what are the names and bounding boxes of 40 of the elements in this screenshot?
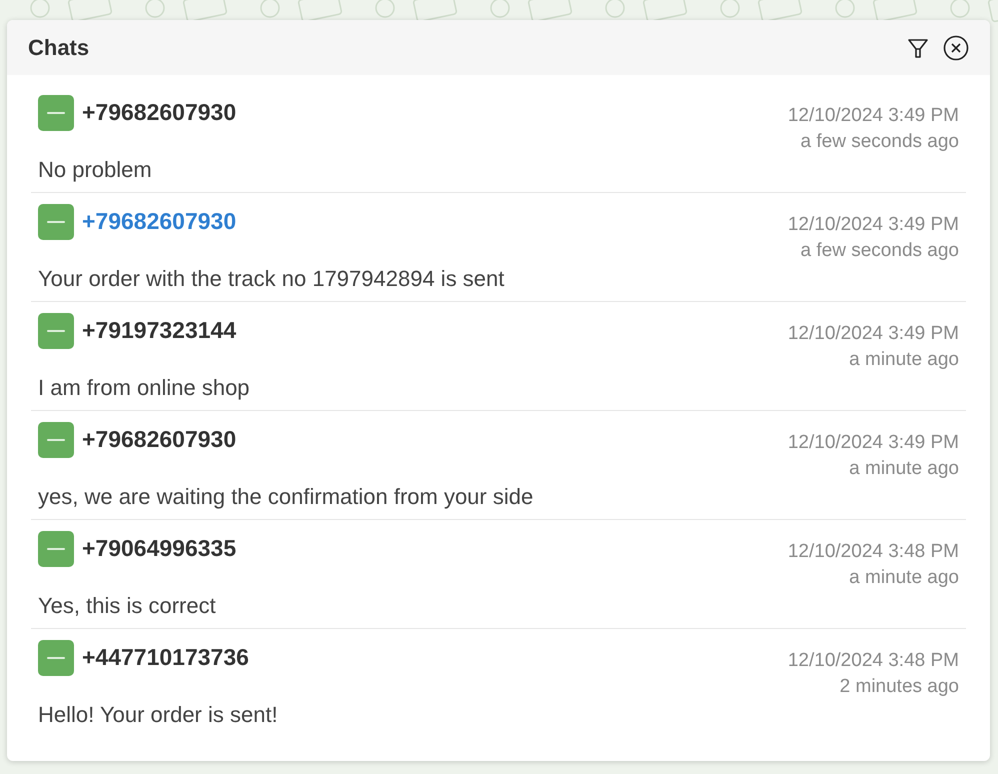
avatar-icon bbox=[38, 204, 74, 240]
contact-phone[interactable]: +79197323144 bbox=[82, 317, 788, 344]
chat-item[interactable]: +79197323144 12/10/2024 3:49 PM a minute ago I am from online shop bbox=[31, 302, 966, 411]
contact-phone[interactable]: +79682607930 bbox=[82, 208, 788, 235]
chat-item[interactable]: +79682607930 12/10/2024 3:49 PM a minute ago yes, we are waiting the confirmation from your side bbox=[31, 411, 966, 520]
chat-item[interactable]: +79682607930 12/10/2024 3:49 PM a few seconds ago Your order with the track no 1797942894 is sent bbox=[31, 193, 966, 302]
chat-item[interactable]: +79064996335 12/10/2024 3:48 PM a minute ago Yes, this is correct bbox=[31, 520, 966, 629]
message-preview: Hello! Your order is sent! bbox=[38, 702, 279, 728]
relative-time: a few seconds ago bbox=[800, 130, 959, 154]
relative-time: 2 minutes ago bbox=[840, 675, 959, 699]
chat-item[interactable]: +447710173736 12/10/2024 3:48 PM 2 minutes ago Hello! Your order is sent! bbox=[31, 629, 966, 738]
relative-time: a minute ago bbox=[849, 457, 959, 481]
avatar-icon bbox=[38, 531, 74, 567]
contact-phone[interactable]: +447710173736 bbox=[82, 644, 788, 671]
contact-phone[interactable]: +79682607930 bbox=[82, 99, 788, 126]
avatar-icon bbox=[38, 313, 74, 349]
avatar-icon bbox=[38, 422, 74, 458]
avatar-icon bbox=[38, 95, 74, 131]
message-preview: I am from online shop bbox=[38, 375, 251, 401]
relative-time: a few seconds ago bbox=[800, 239, 959, 263]
message-preview: Your order with the track no 1797942894 is sent bbox=[38, 266, 506, 292]
message-date: 12/10/2024 3:49 PM bbox=[788, 213, 959, 237]
close-button[interactable] bbox=[943, 34, 969, 60]
message-date: 12/10/2024 3:49 PM bbox=[788, 322, 959, 346]
message-preview: Yes, this is correct bbox=[38, 593, 217, 619]
filter-icon bbox=[907, 36, 929, 58]
avatar-icon bbox=[38, 640, 74, 676]
contact-phone[interactable]: +79682607930 bbox=[82, 426, 788, 453]
message-preview: yes, we are waiting the confirmation from your side bbox=[38, 484, 534, 510]
message-preview: No problem bbox=[38, 157, 153, 183]
relative-time: a minute ago bbox=[849, 566, 959, 590]
chat-item[interactable]: +79682607930 12/10/2024 3:49 PM a few seconds ago No problem bbox=[31, 84, 966, 193]
message-date: 12/10/2024 3:48 PM bbox=[788, 540, 959, 564]
message-date: 12/10/2024 3:48 PM bbox=[788, 649, 959, 673]
message-date: 12/10/2024 3:49 PM bbox=[788, 104, 959, 128]
close-icon bbox=[943, 34, 969, 60]
message-date: 12/10/2024 3:49 PM bbox=[788, 431, 959, 455]
panel-title: Chats bbox=[28, 34, 90, 60]
relative-time: a minute ago bbox=[849, 348, 959, 372]
contact-phone[interactable]: +79064996335 bbox=[82, 535, 788, 562]
